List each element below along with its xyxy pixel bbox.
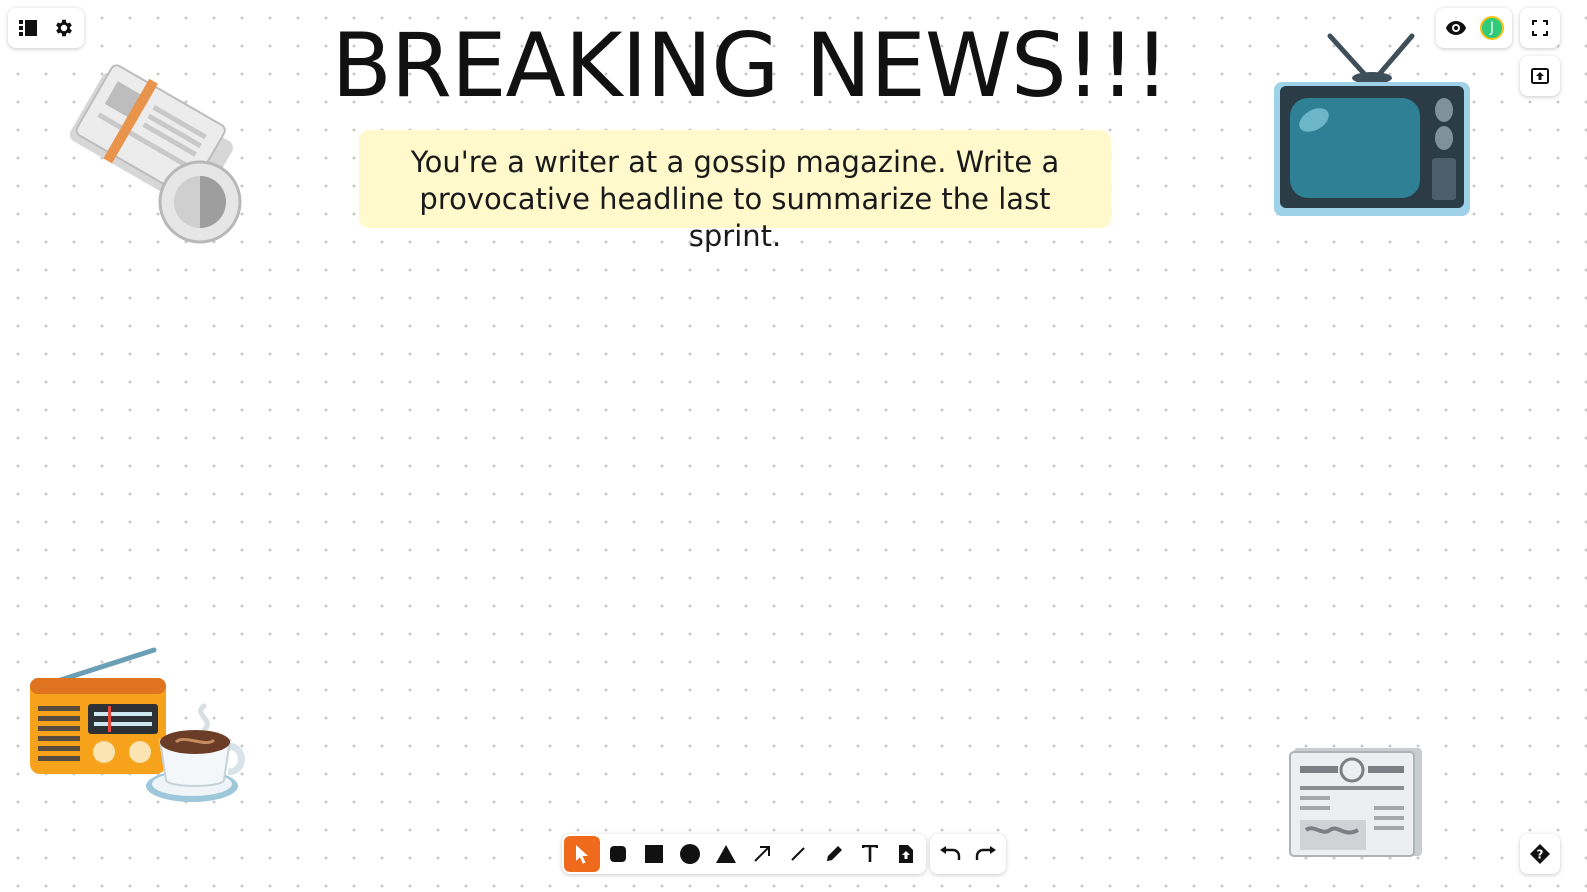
rounded-rectangle-icon <box>610 846 626 862</box>
redo-button[interactable] <box>968 836 1004 872</box>
pencil-tool-button[interactable] <box>816 836 852 872</box>
text-tool-button[interactable] <box>852 836 888 872</box>
history-toolbar <box>930 834 1006 874</box>
upload-file-icon <box>899 845 913 863</box>
help-icon: ? <box>1530 844 1550 864</box>
undo-button[interactable] <box>932 836 968 872</box>
arrow-icon <box>754 846 770 862</box>
help-button[interactable]: ? <box>1520 834 1560 874</box>
rectangle-icon <box>645 845 663 863</box>
line-icon <box>791 847 805 861</box>
fullscreen-icon <box>1532 20 1548 36</box>
circle-icon <box>680 844 700 864</box>
svg-text:?: ? <box>1537 848 1544 862</box>
prompt-sticky-note[interactable]: You're a writer at a gossip magazine. Wr… <box>359 130 1111 253</box>
upload-tool-button[interactable] <box>888 836 924 872</box>
export-icon <box>1531 68 1549 84</box>
rolled-newspaper-sticker[interactable] <box>50 62 246 244</box>
circle-tool-button[interactable] <box>672 836 708 872</box>
export-button[interactable] <box>1520 56 1560 96</box>
drawing-toolbar <box>562 834 926 874</box>
redo-icon <box>975 846 996 860</box>
line-tool-button[interactable] <box>780 836 816 872</box>
fullscreen-button[interactable] <box>1520 8 1560 48</box>
newspaper-sticker[interactable] <box>1288 746 1424 858</box>
text-icon <box>862 845 878 862</box>
cursor-icon <box>576 845 588 864</box>
triangle-tool-button[interactable] <box>708 836 744 872</box>
triangle-icon <box>716 845 736 863</box>
arrow-tool-button[interactable] <box>744 836 780 872</box>
rectangle-tool-button[interactable] <box>636 836 672 872</box>
pencil-icon <box>827 846 842 861</box>
select-tool-button[interactable] <box>564 836 600 872</box>
television-sticker[interactable] <box>1272 32 1472 218</box>
rounded-rectangle-tool-button[interactable] <box>600 836 636 872</box>
undo-icon <box>940 846 961 860</box>
coffee-cup-sticker[interactable] <box>144 700 248 806</box>
